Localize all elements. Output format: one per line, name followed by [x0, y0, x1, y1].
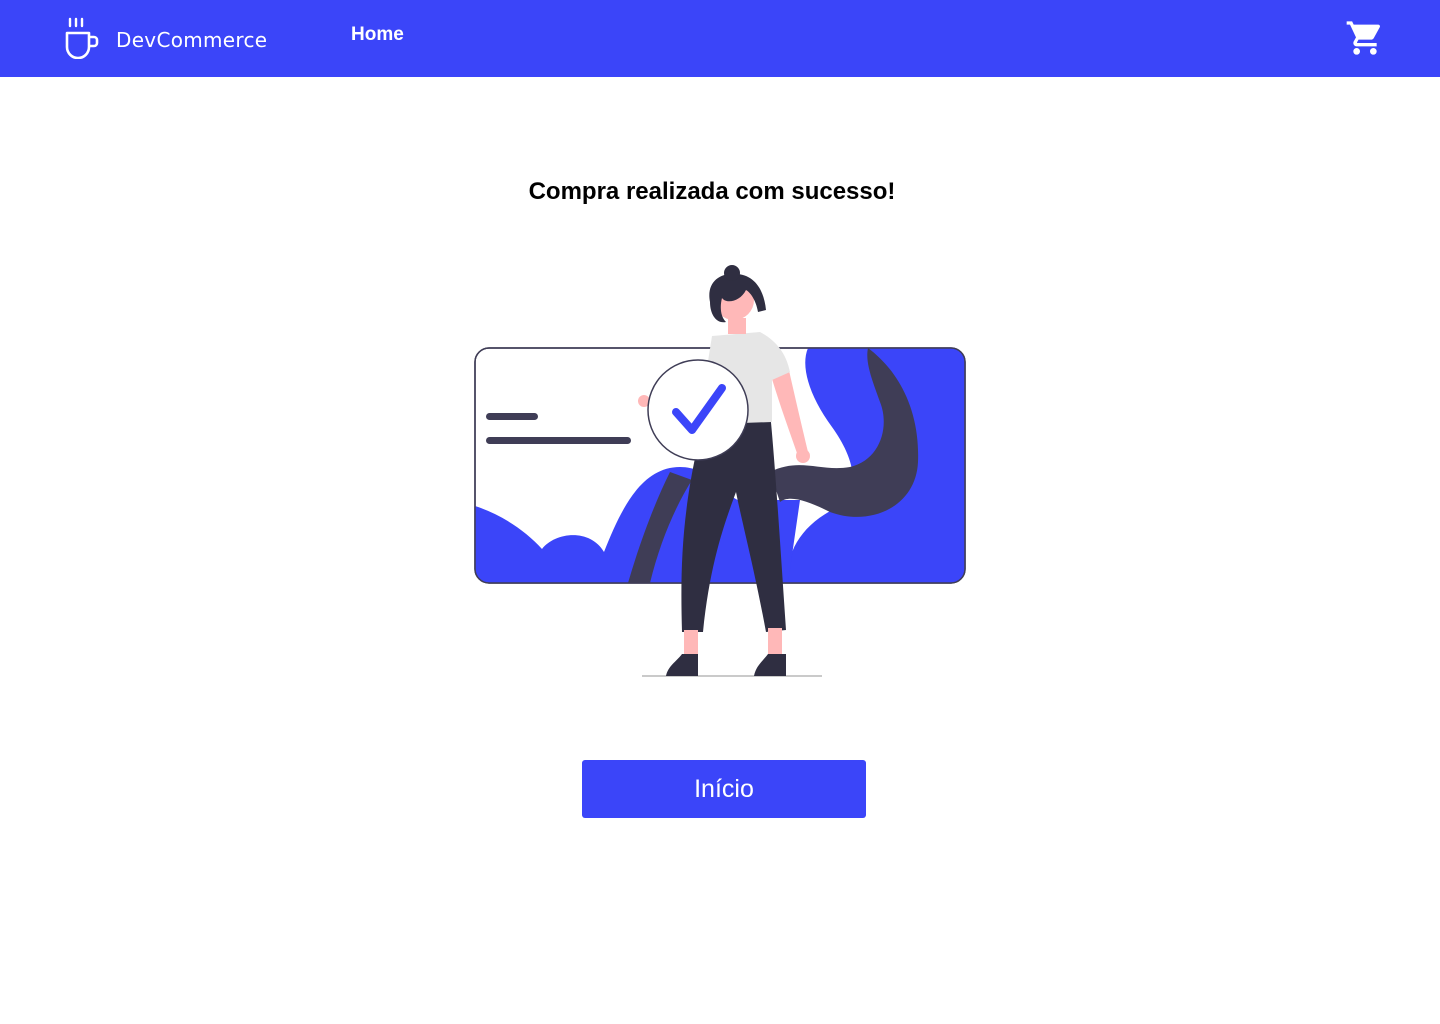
brand-logo-link[interactable]: DevCommerce	[64, 16, 267, 60]
shopping-cart-icon[interactable]	[1345, 18, 1385, 58]
nav-home-link[interactable]: Home	[351, 24, 404, 46]
home-button[interactable]: Início	[582, 760, 866, 818]
success-title: Compra realizada com sucesso!	[528, 178, 896, 205]
brand-name: DevCommerce	[116, 28, 268, 52]
top-navbar: DevCommerce Home	[0, 0, 1440, 77]
order-confirmed-illustration	[470, 262, 970, 682]
coffee-cup-icon	[64, 17, 100, 59]
